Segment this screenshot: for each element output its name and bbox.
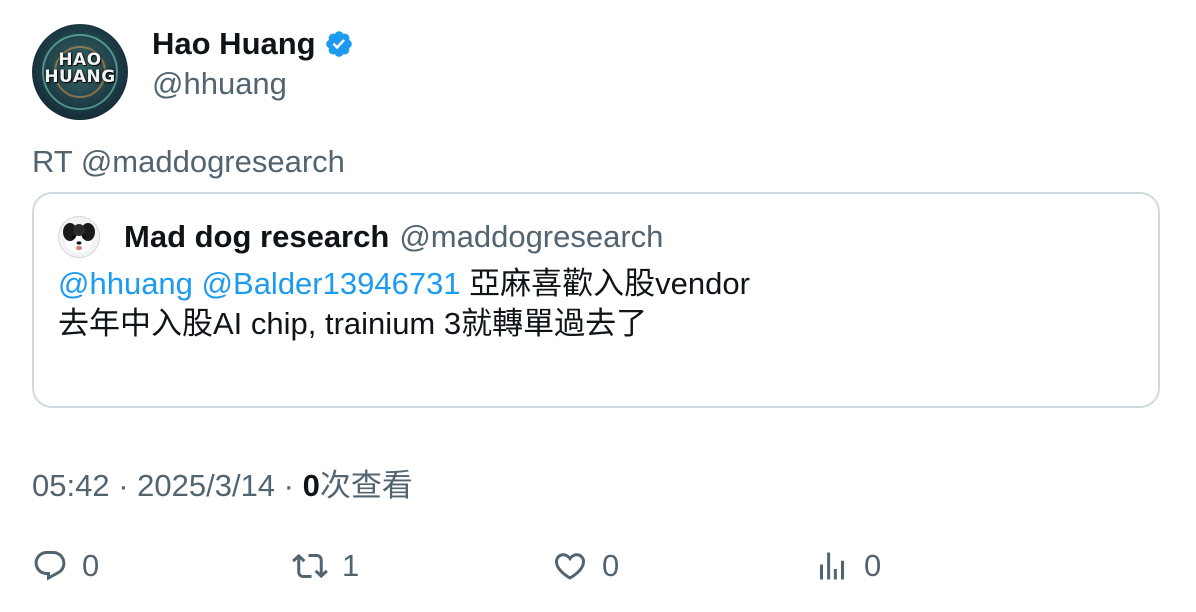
like-button[interactable]: 0	[552, 546, 619, 586]
display-name-row: Hao Huang	[152, 26, 354, 62]
avatar-text-line2: HUANG	[44, 67, 116, 87]
author-avatar[interactable]: HAO HUANG	[32, 24, 128, 120]
quoted-tweet-line1: @hhuang @Balder13946731 亞麻喜歡入股vendor	[58, 264, 750, 304]
retweet-count: 1	[342, 548, 360, 583]
reply-count: 0	[82, 548, 100, 583]
quoted-tweet-text: @hhuang @Balder13946731 亞麻喜歡入股vendor 去年中…	[58, 264, 750, 344]
retweet-label: RT @maddogresearch	[32, 144, 345, 179]
tweet-header: HAO HUANG Hao Huang @hhuang	[32, 24, 354, 120]
heart-icon	[554, 553, 586, 580]
action-bar: 0 1 0 0	[32, 546, 1162, 586]
quoted-tweet-line1-text: 亞麻喜歡入股vendor	[460, 266, 750, 301]
dog-avatar-icon	[59, 217, 99, 257]
views-count: 0	[302, 468, 320, 503]
quoted-author-avatar[interactable]	[58, 216, 100, 258]
author-handle[interactable]: @hhuang	[152, 66, 354, 102]
reply-button[interactable]: 0	[32, 546, 99, 586]
retweet-icon	[292, 553, 328, 579]
views-button[interactable]: 0	[814, 546, 881, 586]
mention-link[interactable]: @hhuang	[58, 266, 193, 301]
retweet-button[interactable]: 1	[292, 546, 359, 586]
quoted-tweet-card[interactable]: Mad dog research @maddogresearch @hhuang…	[32, 192, 1160, 408]
reply-icon	[34, 551, 66, 581]
tweet-date[interactable]: 2025/3/14	[137, 468, 275, 503]
tweet-time[interactable]: 05:42	[32, 468, 110, 503]
quoted-author-handle[interactable]: @maddogresearch	[399, 219, 663, 255]
verified-badge-icon	[325, 31, 352, 57]
author-names: Hao Huang @hhuang	[152, 24, 354, 102]
tweet-meta: 05:42 · 2025/3/14 · 0次查看	[32, 460, 413, 505]
quoted-tweet-header: Mad dog research @maddogresearch	[58, 216, 663, 258]
views-label: 次查看	[319, 468, 413, 503]
meta-separator: ·	[109, 468, 138, 503]
quoted-tweet-line2: 去年中入股AI chip, trainium 3就轉單過去了	[58, 306, 648, 341]
author-display-name[interactable]: Hao Huang	[152, 26, 316, 62]
mention-link[interactable]: @Balder13946731	[202, 266, 461, 301]
quoted-author-display-name[interactable]: Mad dog research	[124, 219, 389, 255]
analytics-icon	[820, 552, 844, 580]
meta-separator: ·	[275, 468, 303, 503]
views-action-count: 0	[864, 548, 882, 583]
like-count: 0	[602, 548, 620, 583]
